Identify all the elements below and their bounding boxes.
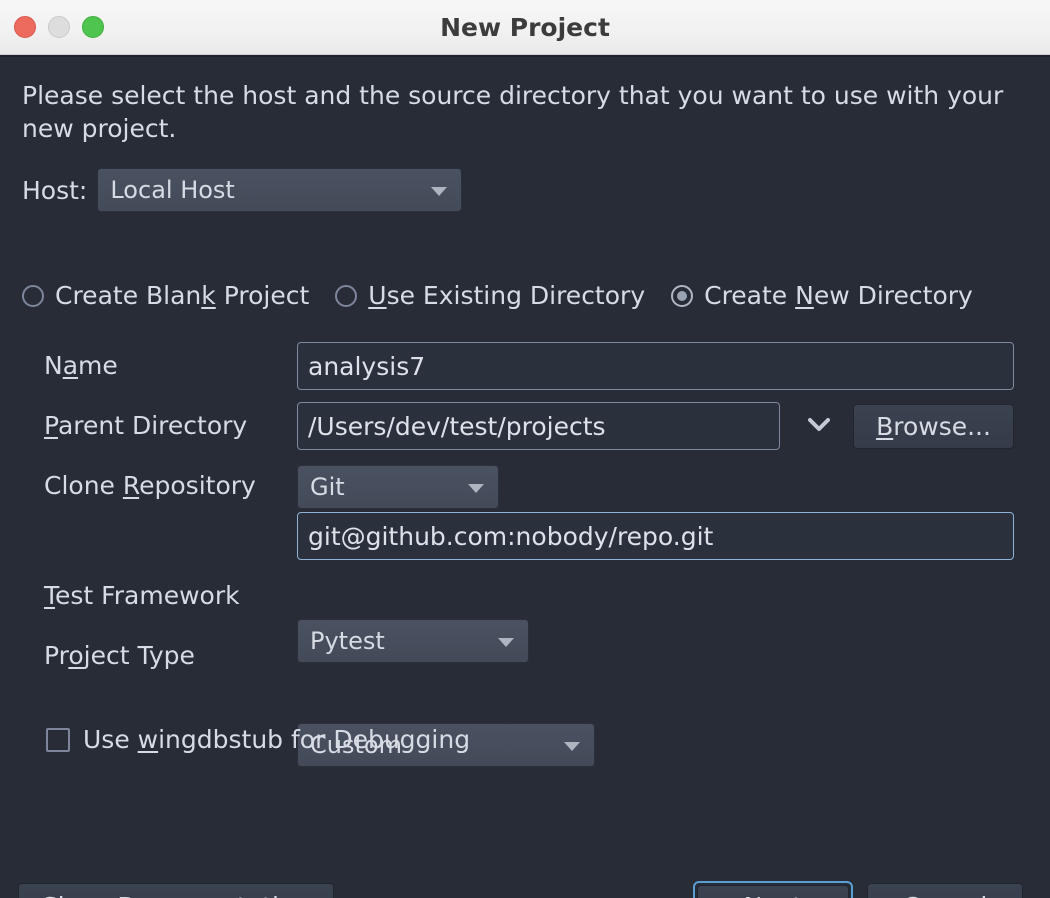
name-label-accel: a [62,351,79,380]
new-project-dialog: New Project Please select the host and t… [0,0,1050,898]
window-title: New Project [440,13,610,42]
clone-repository-label-pre: Clone [44,471,123,500]
show-documentation-label-post: how Documentation [58,892,310,898]
show-documentation-label-accel: S [42,892,58,898]
radio-label-post: ew Directory [813,281,973,310]
radio-label-post: Project [215,281,310,310]
radio-label: Create Blank Project [55,281,309,310]
name-input[interactable]: analysis7 [297,342,1014,390]
next-label-accel: x [778,892,793,898]
chevron-down-icon [468,484,484,493]
radio-label-post: se Existing Directory [386,281,646,310]
radio-label-accel: U [368,281,387,310]
cancel-label-accel: C [903,892,920,898]
checkbox-label-pre: Use [83,725,138,754]
clone-repository-label: Clone Repository [44,471,256,500]
name-label-post: me [78,351,118,380]
clone-repository-dropdown-value: Git [310,473,345,501]
next-button[interactable]: Next [697,885,849,898]
test-framework-dropdown[interactable]: Pytest [297,619,529,663]
radio-label: Create New Directory [704,281,973,310]
cancel-button[interactable]: Cancel [867,883,1023,898]
project-type-label: Project Type [44,641,195,670]
host-row: Host: Local Host [22,168,463,212]
name-input-value: analysis7 [308,351,426,381]
parent-directory-label: Parent Directory [44,411,247,440]
parent-directory-label-accel: P [44,411,58,440]
clone-repository-label-accel: R [122,471,140,500]
checkbox-label-post: ingdbstub for Debugging [158,725,471,754]
radio-icon-selected [671,284,694,307]
next-button-focus-ring: Next [693,881,853,898]
radio-label-pre: Create Blan [55,281,202,310]
parent-directory-input[interactable]: /Users/dev/test/projects [297,402,780,450]
radio-label-accel: k [201,281,216,310]
dialog-body: Please select the host and the source di… [0,55,1050,898]
test-framework-label: Test Framework [44,581,240,610]
use-wingdbstub-checkbox[interactable]: Use wingdbstub for Debugging [46,725,470,754]
chevron-down-icon[interactable] [806,412,832,440]
next-label-pre: Ne [744,892,778,898]
radio-label-pre: Create [704,281,796,310]
clone-repository-url-value: git@github.com:nobody/repo.git [308,521,714,551]
chevron-down-icon [498,638,514,647]
title-bar: New Project [0,0,1050,55]
chevron-down-icon [564,742,580,751]
host-dropdown-value: Local Host [110,176,235,204]
project-type-label-post: ject Type [83,641,195,670]
radio-create-blank-project[interactable]: Create Blank Project [22,281,309,310]
radio-label-accel: N [795,281,814,310]
checkbox-label-accel: w [137,725,159,754]
show-documentation-button[interactable]: Show Documentation [18,883,334,898]
clone-repository-label-post: epository [139,471,256,500]
clone-repository-dropdown[interactable]: Git [297,465,499,509]
name-label: Name [44,351,118,380]
parent-directory-input-value: /Users/dev/test/projects [308,411,606,441]
radio-use-existing-directory[interactable]: Use Existing Directory [335,281,645,310]
project-mode-radio-group: Create Blank Project Use Existing Direct… [22,281,999,310]
checkbox-icon [46,727,70,752]
clone-repository-url-input[interactable]: git@github.com:nobody/repo.git [297,512,1014,560]
cancel-label-post: ancel [920,892,987,898]
host-dropdown[interactable]: Local Host [97,168,463,212]
chevron-down-icon [431,187,448,196]
browse-label-accel: B [876,412,894,441]
test-framework-label-accel: T [44,581,56,610]
intro-text: Please select the host and the source di… [22,81,1004,143]
radio-icon [335,284,358,307]
use-wingdbstub-label: Use wingdbstub for Debugging [83,725,470,754]
radio-create-new-directory[interactable]: Create New Directory [671,281,973,310]
name-label-pre: N [44,351,63,380]
radio-icon [22,284,44,307]
browse-button[interactable]: Browse... [853,404,1014,449]
radio-label: Use Existing Directory [368,281,645,310]
test-framework-dropdown-value: Pytest [310,627,385,655]
parent-directory-label-post: arent Directory [57,411,248,440]
next-label-post: t [793,892,803,898]
host-label: Host: [22,175,88,205]
test-framework-label-post: est Framework [55,581,240,610]
project-type-label-pre: Pr [44,641,69,670]
browse-label-post: rowse... [893,412,991,441]
project-type-label-accel: o [68,641,84,670]
